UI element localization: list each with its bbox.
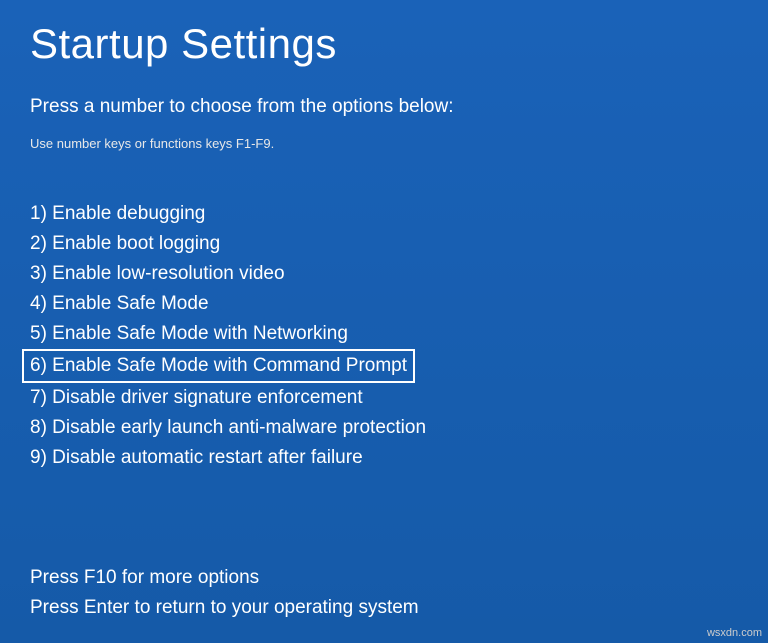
option-1[interactable]: 1) Enable debugging bbox=[30, 199, 738, 229]
option-4[interactable]: 4) Enable Safe Mode bbox=[30, 289, 738, 319]
option-3[interactable]: 3) Enable low-resolution video bbox=[30, 259, 738, 289]
watermark: wsxdn.com bbox=[707, 627, 762, 639]
subtitle: Press a number to choose from the option… bbox=[30, 96, 738, 118]
option-7[interactable]: 7) Disable driver signature enforcement bbox=[30, 383, 738, 413]
option-6[interactable]: 6) Enable Safe Mode with Command Prompt bbox=[22, 349, 415, 383]
key-hint: Use number keys or functions keys F1-F9. bbox=[30, 136, 738, 151]
footer-more-options: Press F10 for more options bbox=[30, 563, 738, 593]
page-title: Startup Settings bbox=[30, 20, 738, 68]
option-5[interactable]: 5) Enable Safe Mode with Networking bbox=[30, 319, 738, 349]
options-list: 1) Enable debugging2) Enable boot loggin… bbox=[30, 199, 738, 473]
option-2[interactable]: 2) Enable boot logging bbox=[30, 229, 738, 259]
footer-return: Press Enter to return to your operating … bbox=[30, 593, 738, 623]
option-8[interactable]: 8) Disable early launch anti-malware pro… bbox=[30, 413, 738, 443]
startup-settings-screen: Startup Settings Press a number to choos… bbox=[0, 0, 768, 643]
option-9[interactable]: 9) Disable automatic restart after failu… bbox=[30, 443, 738, 473]
